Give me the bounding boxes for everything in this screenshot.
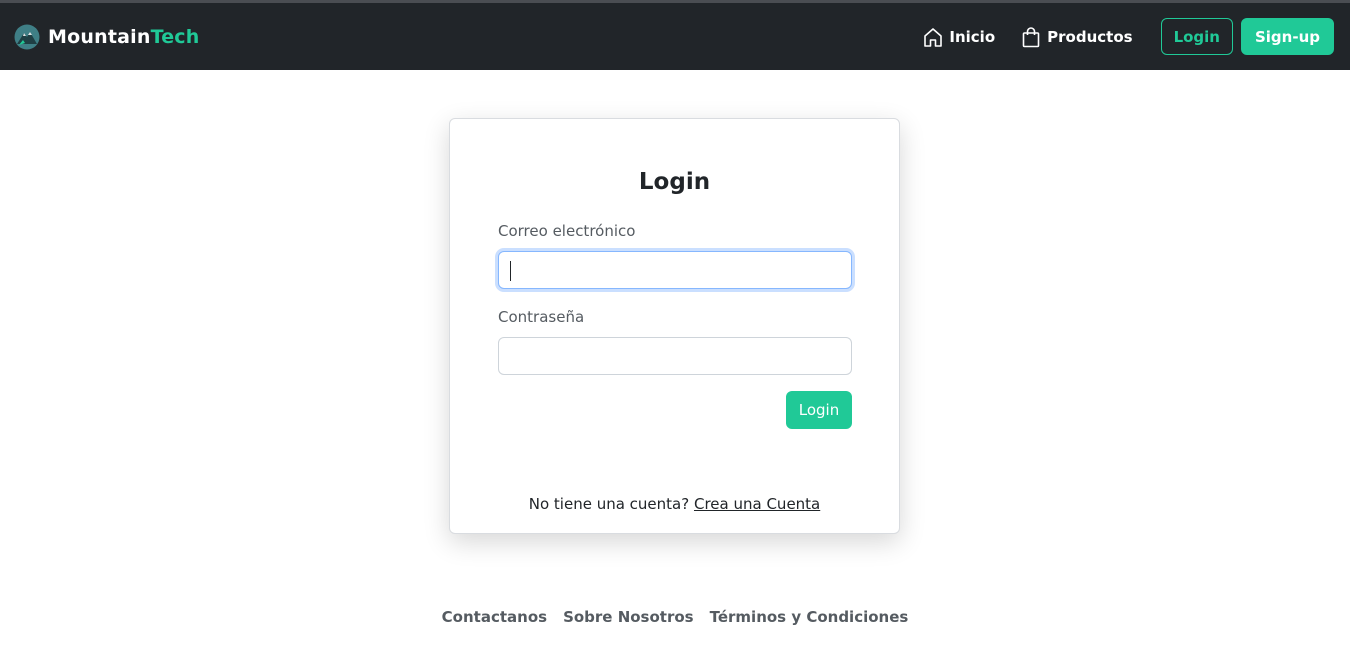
brand-name: MountainTech xyxy=(48,26,199,48)
navbar: MountainTech Inicio Productos Login Sign… xyxy=(0,3,1350,70)
email-field[interactable] xyxy=(498,251,852,289)
brand-logo-link[interactable]: MountainTech xyxy=(14,3,199,70)
password-field[interactable] xyxy=(498,337,852,375)
text-cursor xyxy=(510,261,511,281)
brand-name-first: Mountain xyxy=(48,25,151,48)
footer-link-terminos[interactable]: Términos y Condiciones xyxy=(710,608,909,626)
nav-login-button[interactable]: Login xyxy=(1160,18,1233,55)
signup-prompt: No tiene una cuenta? Crea una Cuenta xyxy=(450,495,899,513)
login-title: Login xyxy=(638,169,711,195)
email-label: Correo electrónico xyxy=(498,222,636,240)
login-card: Login Correo electrónico Contraseña Logi… xyxy=(449,118,900,534)
nav-signup-button[interactable]: Sign-up xyxy=(1240,18,1334,55)
login-submit-button[interactable]: Login xyxy=(786,391,852,429)
no-account-text: No tiene una cuenta? xyxy=(528,495,690,513)
shopping-bag-icon xyxy=(1022,26,1040,47)
footer-link-contactanos[interactable]: Contactanos xyxy=(442,608,547,626)
nav-link-productos[interactable]: Productos xyxy=(1021,26,1133,48)
nav-link-inicio[interactable]: Inicio xyxy=(923,26,995,48)
nav-link-productos-label: Productos xyxy=(1047,27,1133,46)
nav-link-inicio-label: Inicio xyxy=(949,27,996,46)
footer: Contactanos Sobre Nosotros Términos y Co… xyxy=(0,608,1350,626)
footer-link-sobre-nosotros[interactable]: Sobre Nosotros xyxy=(563,608,694,626)
mountain-logo-icon xyxy=(14,24,40,49)
brand-name-second: Tech xyxy=(150,25,200,48)
password-label: Contraseña xyxy=(498,308,585,326)
home-icon xyxy=(924,27,943,47)
nav-links: Inicio Productos Login Sign-up xyxy=(923,3,1334,70)
create-account-link[interactable]: Crea una Cuenta xyxy=(694,495,820,513)
